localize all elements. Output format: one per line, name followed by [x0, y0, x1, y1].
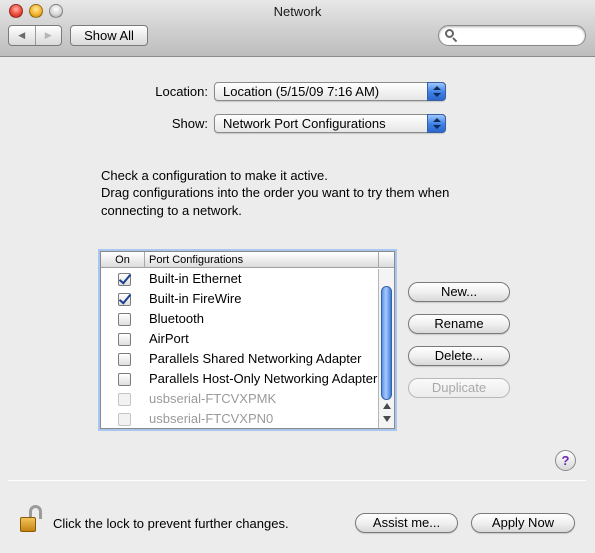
- row-checkbox[interactable]: [118, 333, 131, 346]
- row-name: Parallels Shared Networking Adapter: [149, 351, 362, 366]
- apply-now-button[interactable]: Apply Now: [471, 513, 575, 533]
- row-checkbox[interactable]: [118, 373, 131, 386]
- table-row[interactable]: Built-in FireWire: [101, 289, 378, 309]
- row-name: Built-in FireWire: [149, 291, 242, 306]
- search-field[interactable]: [438, 25, 586, 46]
- table-row[interactable]: AirPort: [101, 329, 378, 349]
- table-row[interactable]: Built-in Ethernet: [101, 269, 378, 289]
- column-header-on[interactable]: On: [101, 252, 145, 268]
- duplicate-button[interactable]: Duplicate: [408, 378, 510, 398]
- row-name: usbserial-FTCVXPN0: [149, 411, 274, 426]
- table-header: On Port Configurations: [101, 252, 394, 268]
- nav-back-forward: ◀ ▶: [8, 25, 62, 46]
- row-checkbox[interactable]: [118, 353, 131, 366]
- show-all-button[interactable]: Show All: [70, 25, 148, 46]
- title-bar: Network ◀ ▶ Show All: [0, 0, 595, 57]
- table-row[interactable]: Bluetooth: [101, 309, 378, 329]
- popup-arrows-icon: [427, 114, 446, 133]
- window-title: Network: [273, 4, 322, 19]
- port-configurations-table[interactable]: On Port Configurations Built-in Ethernet…: [100, 251, 395, 429]
- scroll-down-arrow-icon[interactable]: [383, 416, 391, 422]
- table-row[interactable]: Parallels Host-Only Networking Adapter: [101, 369, 378, 389]
- row-checkbox[interactable]: [118, 293, 131, 306]
- location-value: Location (5/15/09 7:16 AM): [223, 84, 380, 99]
- help-button[interactable]: ?: [555, 450, 576, 471]
- back-arrow-icon: ◀: [18, 30, 26, 40]
- row-name: Parallels Host-Only Networking Adapter: [149, 371, 378, 386]
- footer-divider: [8, 480, 586, 481]
- table-row[interactable]: usbserial-FTCVXPMK: [101, 389, 378, 409]
- row-checkbox[interactable]: [118, 393, 131, 406]
- search-input[interactable]: [461, 28, 579, 43]
- header-corner: [378, 252, 394, 268]
- assist-me-button[interactable]: Assist me...: [355, 513, 458, 533]
- row-checkbox[interactable]: [118, 413, 131, 426]
- location-popup[interactable]: Location (5/15/09 7:16 AM): [214, 82, 446, 101]
- show-popup[interactable]: Network Port Configurations: [214, 114, 446, 133]
- scrollbar-thumb[interactable]: [381, 286, 392, 400]
- row-checkbox[interactable]: [118, 273, 131, 286]
- row-checkbox[interactable]: [118, 313, 131, 326]
- instruction-line-3: connecting to a network.: [101, 203, 242, 218]
- table-vertical-scrollbar[interactable]: [378, 269, 394, 428]
- show-value: Network Port Configurations: [223, 116, 386, 131]
- popup-arrows-icon: [427, 82, 446, 101]
- forward-arrow-icon: ▶: [44, 30, 52, 40]
- table-rows: Built-in Ethernet Built-in FireWire Blue…: [101, 269, 378, 428]
- back-button[interactable]: ◀: [9, 26, 35, 45]
- location-label: Location:: [155, 84, 208, 99]
- forward-button[interactable]: ▶: [34, 26, 62, 45]
- instruction-line-2: Drag configurations into the order you w…: [101, 185, 450, 200]
- row-name: Bluetooth: [149, 311, 204, 326]
- scroll-up-arrow-icon[interactable]: [383, 403, 391, 409]
- table-row[interactable]: Parallels Shared Networking Adapter: [101, 349, 378, 369]
- row-name: Built-in Ethernet: [149, 271, 242, 286]
- rename-button[interactable]: Rename: [408, 314, 510, 334]
- column-header-port[interactable]: Port Configurations: [149, 252, 243, 268]
- search-icon: [445, 29, 458, 43]
- table-row[interactable]: usbserial-FTCVXPN0: [101, 409, 378, 428]
- show-label: Show:: [171, 116, 208, 131]
- lock-icon[interactable]: [20, 505, 44, 533]
- row-name: usbserial-FTCVXPMK: [149, 391, 277, 406]
- lock-status-text: Click the lock to prevent further change…: [53, 516, 289, 531]
- new-button[interactable]: New...: [408, 282, 510, 302]
- delete-button[interactable]: Delete...: [408, 346, 510, 366]
- network-preferences-window: Network ◀ ▶ Show All Location: Location …: [0, 0, 595, 553]
- row-name: AirPort: [149, 331, 189, 346]
- instruction-line-1: Check a configuration to make it active.: [101, 168, 328, 183]
